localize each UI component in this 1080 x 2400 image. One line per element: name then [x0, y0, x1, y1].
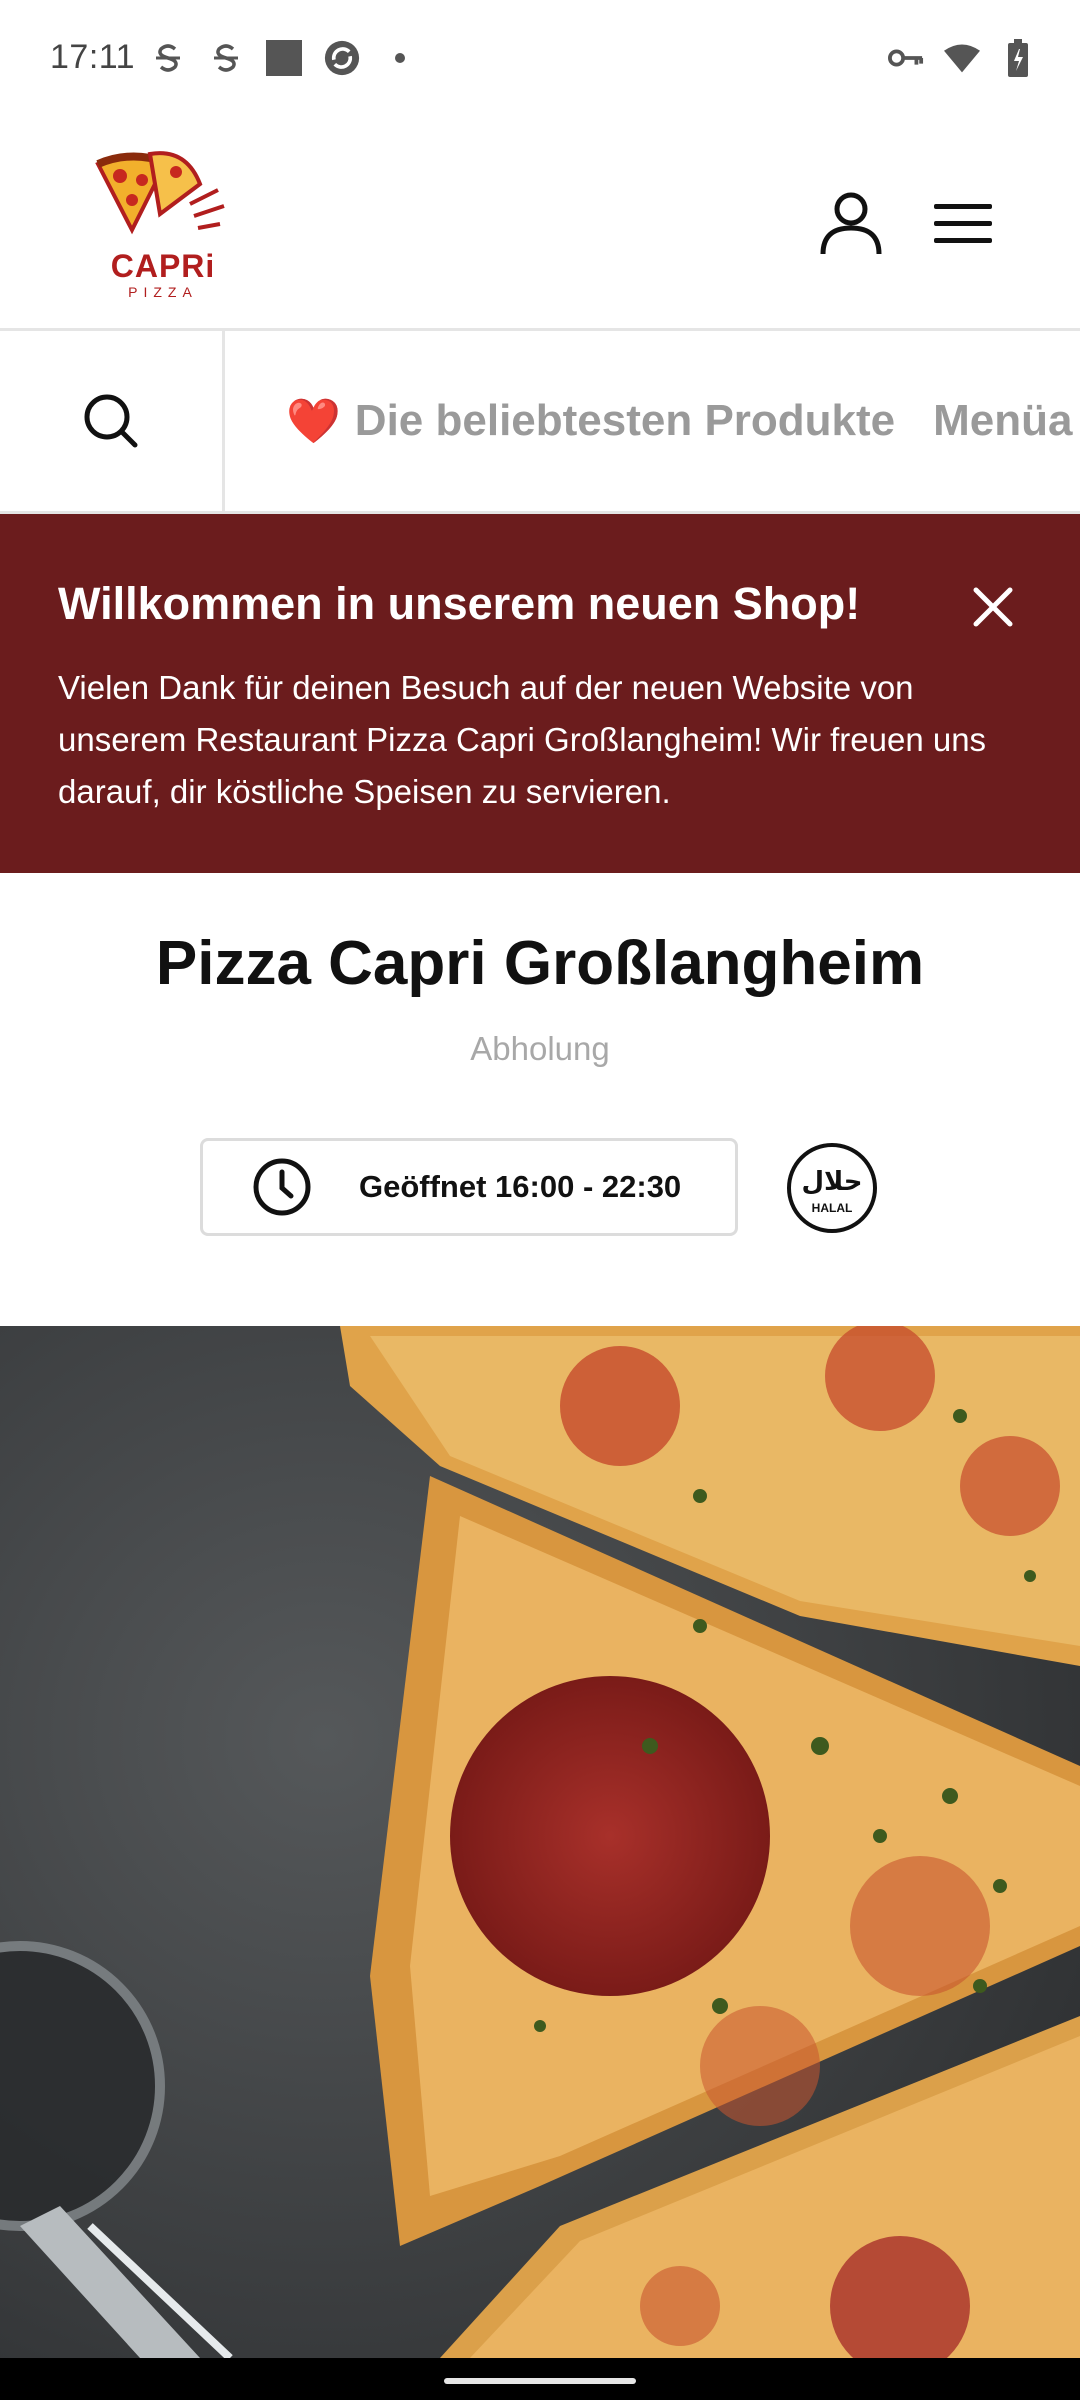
pizza-photo [0, 1326, 1080, 2358]
category-popular[interactable]: ❤️ Die beliebtesten Produkte [286, 395, 895, 447]
search-button[interactable] [0, 331, 225, 511]
close-icon [973, 587, 1013, 627]
key-icon [888, 40, 924, 76]
opening-hours-text: Geöffnet 16:00 - 22:30 [359, 1169, 682, 1204]
home-handle[interactable] [444, 2378, 636, 2384]
hamburger-icon [934, 204, 992, 243]
halal-label: HALAL [812, 1201, 853, 1215]
capri-pizza-logo[interactable]: CAPRi PIZZA [90, 144, 230, 304]
category-label: Menüa [933, 396, 1073, 445]
square-icon [266, 40, 302, 76]
menu-button[interactable] [934, 204, 992, 244]
category-list: ❤️ Die beliebtesten Produkte Menüa [286, 331, 1080, 511]
category-label: Die beliebtesten Produkte [354, 396, 896, 445]
restaurant-name: Pizza Capri Großlangheim [155, 929, 925, 998]
site-header: CAPRi PIZZA [0, 124, 1080, 331]
halal-icon: حلال HALAL [787, 1143, 877, 1233]
status-time: 17:11 [50, 38, 136, 76]
halal-arabic: حلال [801, 1167, 862, 1197]
logo-subtext: PIZZA [128, 284, 198, 300]
order-mode: Abholung [470, 1030, 610, 1067]
battery-icon [1000, 39, 1036, 77]
pizza-logo-icon [95, 151, 225, 235]
s-icon [150, 40, 186, 76]
logo-text: CAPRi [110, 248, 216, 284]
status-icons-right [888, 39, 1036, 77]
banner-close-button[interactable] [966, 580, 1020, 634]
banner-title: Willkommen in unserem neuen Shop! [58, 578, 861, 629]
clock-icon [253, 1158, 311, 1216]
opening-hours-button[interactable]: Geöffnet 16:00 - 22:30 [200, 1138, 738, 1236]
s-icon [208, 40, 244, 76]
account-button[interactable] [818, 190, 884, 256]
banner-text: Vielen Dank für deinen Besuch auf der ne… [58, 669, 987, 810]
system-nav-bar [0, 2358, 1080, 2400]
hero-pizza-image [0, 1326, 1080, 2358]
status-bar: 17:11 [0, 0, 1080, 124]
category-bar: ❤️ Die beliebtesten Produkte Menüa [0, 331, 1080, 514]
heart-icon: ❤️ [286, 396, 341, 447]
halal-badge: حلال HALAL [786, 1142, 878, 1234]
status-icons-left [150, 40, 418, 76]
sync-icon [324, 40, 360, 76]
welcome-banner: Willkommen in unserem neuen Shop! Vielen… [0, 514, 1080, 873]
category-menu[interactable]: Menüa [933, 396, 1072, 446]
search-icon [84, 394, 138, 448]
wifi-icon [944, 40, 980, 76]
user-icon [820, 192, 882, 255]
dot-icon [382, 40, 418, 76]
